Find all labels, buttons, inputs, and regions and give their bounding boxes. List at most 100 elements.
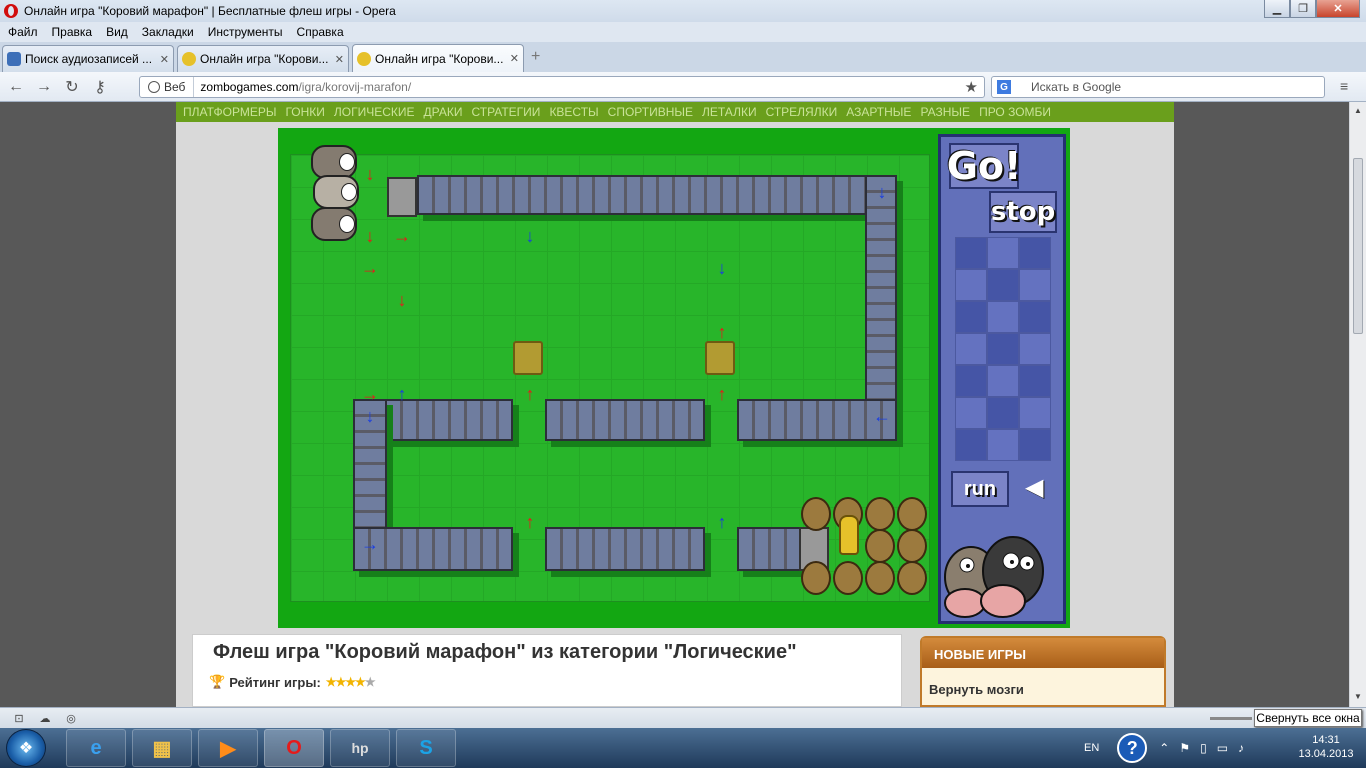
menu-help[interactable]: Справка [297,25,344,39]
tray-icons[interactable]: ⌃⚑▯▭♪ [1159,741,1254,755]
bookmark-star-icon[interactable]: ★ [965,78,978,96]
arrow-down[interactable]: ↓ [359,225,381,247]
game-board[interactable]: ↓ ↓ → → ↓ ↓ ↓ ↓ ↑ ↑ ↑ → ↑ ↓ ← → ↑ ↑ [290,145,930,602]
opera-menu-icon[interactable]: ≡ [1340,78,1348,94]
menu-file[interactable]: Файл [8,25,38,39]
category-link[interactable]: СПОРТИВНЫЕ [608,105,693,119]
category-link[interactable]: ГОНКИ [285,105,324,119]
arrow-down[interactable]: ↓ [519,225,541,247]
rating-stars[interactable]: ★★★★★ [326,675,376,689]
tab-close-icon[interactable]: ✕ [335,53,344,66]
arrow-right[interactable]: → [359,383,381,405]
arrow-up[interactable]: ↑ [711,321,733,343]
ie-taskbar-icon[interactable]: e [66,729,126,767]
menu-view[interactable]: Вид [106,25,128,39]
search-field[interactable]: G Искать в Google [991,76,1325,98]
url-domain: zombogames.com [200,80,299,94]
address-field[interactable]: Веб zombogames.com/igra/korovij-marafon/… [139,76,985,98]
google-icon[interactable]: G [997,80,1011,94]
new-tab-button[interactable]: + [531,48,540,66]
scroll-up-icon[interactable]: ▲ [1354,106,1362,115]
maximize-button[interactable]: ❐ [1290,0,1316,18]
skype-taskbar-icon[interactable]: S [396,729,456,767]
speed-dial-icon[interactable]: ◎ [64,712,78,725]
clock[interactable]: 14:31 13.04.2013 [1296,733,1356,761]
windows-taskbar: ❖ e ▦ ▶ O hp S EN ? ⌃⚑▯▭♪ 14:31 13.04.20… [0,728,1366,768]
arrow-palette[interactable] [955,237,1051,461]
arrow-up[interactable]: ↑ [519,511,541,533]
cloud-icon[interactable]: ☁ [38,712,52,725]
help-icon[interactable]: ? [1117,733,1148,763]
tab-close-icon[interactable]: ✕ [160,53,169,66]
media-player-taskbar-icon[interactable]: ▶ [198,729,258,767]
menu-bookmarks[interactable]: Закладки [142,25,194,39]
category-link[interactable]: АЗАРТНЫЕ [846,105,911,119]
arrow-right[interactable]: → [359,533,381,555]
trophy-icon: 🏆 [209,674,226,689]
hay-bale [705,341,735,375]
arrow-down[interactable]: ↓ [359,405,381,427]
arrow-down[interactable]: ↓ [359,163,381,185]
arrow-right[interactable]: → [359,257,381,279]
back-icon[interactable]: ← [4,78,28,96]
category-link[interactable]: ЛЕТАЛКИ [702,105,757,119]
arrow-up[interactable]: ↑ [711,511,733,533]
category-link[interactable]: ЛОГИЧЕСКИЕ [334,105,415,119]
tab-audio-search[interactable]: Поиск аудиозаписей ... ✕ [2,45,174,72]
flash-game[interactable]: ↓ ↓ → → ↓ ↓ ↓ ↓ ↑ ↑ ↑ → ↑ ↓ ← → ↑ ↑ Go! … [278,128,1070,628]
lamp-icon [839,515,859,555]
wall-bottom-center [545,527,705,571]
explorer-taskbar-icon[interactable]: ▦ [132,729,192,767]
zoom-slider[interactable] [1210,717,1252,720]
barrel [897,561,927,595]
category-link[interactable]: СТРАТЕГИИ [471,105,540,119]
new-game-link[interactable]: Вернуть мозги [929,682,1164,697]
arrow-right[interactable]: → [391,225,413,247]
page-scrollbar[interactable]: ▲ ▼ [1349,102,1366,707]
start-button[interactable]: ❖ [6,729,46,767]
run-button[interactable]: run [951,471,1009,507]
arrow-left[interactable]: ← [871,405,893,427]
category-link[interactable]: КВЕСТЫ [549,105,598,119]
menu-tools[interactable]: Инструменты [208,25,283,39]
category-link[interactable]: РАЗНЫЕ [920,105,970,119]
menu-edit[interactable]: Правка [52,25,93,39]
cows-mascot-icon [944,536,1044,618]
reload-icon[interactable]: ↻ [60,77,84,97]
tab-close-icon[interactable]: ✕ [510,52,519,65]
arrow-down[interactable]: ↓ [871,181,893,203]
hp-taskbar-icon[interactable]: hp [330,729,390,767]
category-link[interactable]: СТРЕЛЯЛКИ [766,105,838,119]
forward-icon[interactable]: → [32,78,56,96]
speaker-icon[interactable]: ◀ [1025,473,1051,503]
url-text[interactable]: zombogames.com/igra/korovij-marafon/ [200,80,411,94]
arrow-up[interactable]: ↑ [711,383,733,405]
language-indicator[interactable]: EN [1084,742,1099,754]
panel-toggle-icon[interactable]: ⊡ [12,712,26,725]
smiley-icon [357,51,371,66]
opera-taskbar-icon[interactable]: O [264,729,324,767]
barrel [833,561,863,595]
category-link[interactable]: ПРО ЗОМБИ [979,105,1051,119]
scroll-thumb[interactable] [1353,158,1363,334]
close-button[interactable]: ✕ [1316,0,1360,18]
go-button[interactable]: Go! [947,143,1021,189]
arrow-up[interactable]: ↑ [391,383,413,405]
wall-middle-center [545,399,705,441]
tab-cow-marathon-2[interactable]: Онлайн игра "Корови... ✕ [352,44,524,72]
arrow-down[interactable]: ↓ [391,289,413,311]
arrow-up[interactable]: ↑ [519,383,541,405]
menu-bar: Файл Правка Вид Закладки Инструменты Спр… [0,22,1366,42]
stop-button[interactable]: stop [989,191,1057,233]
barrel [897,529,927,563]
arrow-down[interactable]: ↓ [711,257,733,279]
minimize-button[interactable]: ▁ [1264,0,1290,18]
tab-cow-marathon-1[interactable]: Онлайн игра "Корови... ✕ [177,45,349,72]
key-icon[interactable]: ⚷ [88,77,112,97]
tab-label: Поиск аудиозаписей ... [25,52,153,66]
category-link[interactable]: ДРАКИ [424,105,463,119]
category-link[interactable]: ПЛАТФОРМЕРЫ [183,105,276,119]
scroll-down-icon[interactable]: ▼ [1354,692,1362,701]
web-badge[interactable]: Веб [140,77,195,97]
window-titlebar: Онлайн игра "Коровий марафон" | Бесплатн… [0,0,1366,22]
